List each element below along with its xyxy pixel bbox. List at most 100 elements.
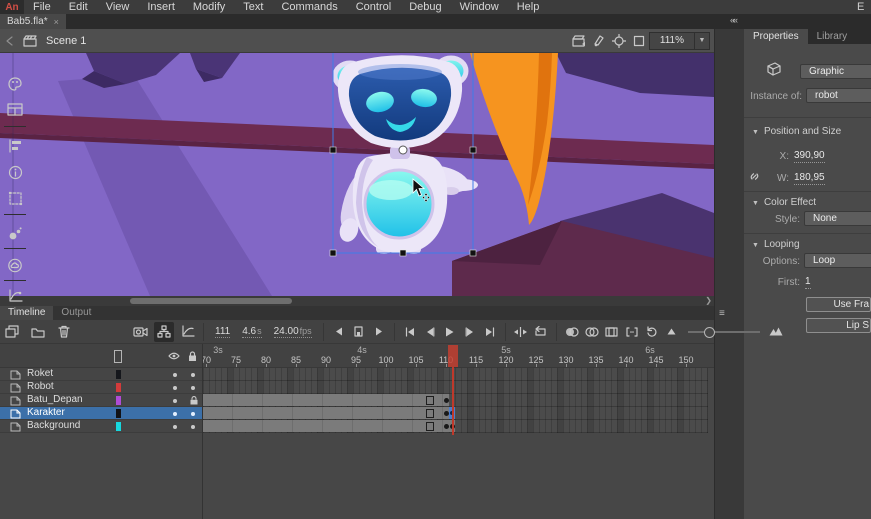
center-stage-button[interactable] bbox=[609, 31, 629, 51]
frame-span[interactable] bbox=[203, 407, 456, 419]
frame-row-background[interactable] bbox=[203, 420, 708, 433]
new-folder-button[interactable] bbox=[28, 322, 48, 342]
frame-row-batu_depan[interactable] bbox=[203, 394, 708, 407]
layer-row-robot[interactable]: Robot bbox=[0, 381, 202, 394]
menu-debug[interactable]: Debug bbox=[400, 0, 450, 14]
layer-visibility-dot[interactable] bbox=[173, 412, 177, 416]
edit-symbols-button[interactable] bbox=[589, 31, 609, 51]
step-back-button[interactable] bbox=[420, 322, 440, 342]
layer-lock-dot[interactable] bbox=[191, 425, 195, 429]
layer-visibility-dot[interactable] bbox=[173, 373, 177, 377]
go-to-first-frame-button[interactable] bbox=[400, 322, 420, 342]
keyframe-dot[interactable] bbox=[444, 411, 449, 416]
delete-layer-button[interactable] bbox=[54, 322, 74, 342]
instance-name-field[interactable]: robot bbox=[806, 88, 871, 103]
stage-h-scrollbar[interactable]: ❯ bbox=[0, 296, 714, 306]
menu-modify[interactable]: Modify bbox=[184, 0, 234, 14]
graph-editor-button[interactable] bbox=[178, 322, 198, 342]
creative-cloud-icon[interactable] bbox=[6, 256, 24, 274]
layer-name[interactable]: Background bbox=[27, 420, 80, 432]
slider-knob[interactable] bbox=[704, 327, 715, 338]
back-arrow-icon[interactable] bbox=[0, 31, 20, 51]
close-tab-icon[interactable]: × bbox=[54, 17, 59, 27]
edit-multiple-frames-button[interactable] bbox=[602, 322, 622, 342]
first-frame-value[interactable]: 1 bbox=[805, 276, 811, 289]
show-parent-view-button[interactable] bbox=[154, 322, 174, 342]
new-layer-button[interactable] bbox=[2, 322, 22, 342]
keyframe-dot[interactable] bbox=[444, 424, 449, 429]
elapsed-time-value[interactable]: 4.6s bbox=[242, 326, 261, 338]
camera-button[interactable] bbox=[130, 322, 150, 342]
section-position-size[interactable]: ▼Position and Size bbox=[752, 126, 841, 137]
tab-library[interactable]: Library bbox=[808, 29, 857, 44]
layer-color-swatch[interactable] bbox=[116, 409, 121, 418]
menu-help[interactable]: Help bbox=[508, 0, 549, 14]
playhead-marker[interactable] bbox=[448, 345, 458, 367]
keyframe-dot[interactable] bbox=[444, 398, 449, 403]
menu-edit[interactable]: Edit bbox=[60, 0, 97, 14]
shuttle-right-icon[interactable] bbox=[369, 322, 389, 342]
tab-timeline[interactable]: Timeline bbox=[0, 306, 53, 320]
menu-control[interactable]: Control bbox=[347, 0, 400, 14]
zoom-control[interactable]: 111% ▼ bbox=[649, 32, 710, 50]
layer-locked-icon[interactable] bbox=[190, 396, 198, 405]
tab-output[interactable]: Output bbox=[53, 306, 99, 320]
frame-row-robot[interactable] bbox=[203, 381, 708, 394]
scene-breadcrumb[interactable]: Scene 1 bbox=[46, 35, 86, 47]
layer-visibility-dot[interactable] bbox=[173, 425, 177, 429]
menu-commands[interactable]: Commands bbox=[272, 0, 346, 14]
eye-icon[interactable] bbox=[168, 352, 180, 360]
modify-markers-button[interactable] bbox=[622, 322, 642, 342]
transform-panel-icon[interactable] bbox=[6, 189, 24, 207]
particles-panel-icon[interactable] bbox=[6, 224, 24, 242]
layer-color-swatch[interactable] bbox=[116, 422, 121, 431]
layer-visibility-dot[interactable] bbox=[173, 386, 177, 390]
lock-icon[interactable] bbox=[188, 351, 197, 362]
layer-row-batu_depan[interactable]: Batu_Depan bbox=[0, 394, 202, 407]
layer-name[interactable]: Karakter bbox=[27, 407, 65, 419]
document-tab[interactable]: Bab5.fla* × bbox=[0, 14, 66, 29]
current-frame-value[interactable]: 111 bbox=[215, 326, 230, 338]
edit-scene-button[interactable] bbox=[569, 31, 589, 51]
shuttle-left-icon[interactable] bbox=[329, 322, 349, 342]
go-to-last-frame-button[interactable] bbox=[480, 322, 500, 342]
loop-options-dropdown[interactable]: Loop bbox=[804, 253, 871, 268]
loop-playback-button[interactable] bbox=[531, 322, 551, 342]
layer-row-karakter[interactable]: Karakter bbox=[0, 407, 202, 420]
motion-graph-icon[interactable] bbox=[6, 287, 24, 305]
clip-content-button[interactable] bbox=[629, 31, 649, 51]
section-looping[interactable]: ▼Looping bbox=[752, 239, 800, 250]
x-value[interactable]: 390,90 bbox=[794, 150, 825, 163]
timeline-zoom-slider[interactable] bbox=[688, 331, 760, 333]
end-frame-marker[interactable] bbox=[426, 396, 434, 405]
frame-row-roket[interactable] bbox=[203, 368, 708, 381]
scroll-right-icon[interactable]: ❯ bbox=[705, 296, 712, 306]
layer-color-swatch[interactable] bbox=[116, 396, 121, 405]
layer-name[interactable]: Robot bbox=[27, 381, 54, 393]
end-frame-marker[interactable] bbox=[426, 422, 434, 431]
menu-view[interactable]: View bbox=[97, 0, 139, 14]
onion-skin-outlines-button[interactable] bbox=[582, 322, 602, 342]
menu-window[interactable]: Window bbox=[451, 0, 508, 14]
workspace-switcher[interactable]: E bbox=[857, 1, 871, 13]
stage-canvas[interactable] bbox=[0, 53, 714, 296]
frame-row-karakter[interactable] bbox=[203, 407, 708, 420]
center-playhead-button[interactable] bbox=[511, 322, 531, 342]
onion-skin-button[interactable] bbox=[562, 322, 582, 342]
outline-color-column-icon[interactable] bbox=[114, 350, 122, 363]
menu-file[interactable]: File bbox=[24, 0, 60, 14]
color-style-dropdown[interactable]: None bbox=[804, 211, 871, 226]
menu-text[interactable]: Text bbox=[234, 0, 272, 14]
symbol-type-dropdown[interactable]: Graphic bbox=[800, 64, 871, 79]
layer-row-background[interactable]: Background bbox=[0, 420, 202, 433]
layer-name[interactable]: Roket bbox=[27, 368, 53, 380]
layer-name[interactable]: Batu_Depan bbox=[27, 394, 83, 406]
align-panel-icon[interactable] bbox=[6, 137, 24, 155]
layer-color-swatch[interactable] bbox=[116, 370, 121, 379]
layer-lock-dot[interactable] bbox=[191, 412, 195, 416]
use-frame-picker-button[interactable]: Use Fra bbox=[806, 297, 871, 312]
collapse-dock-icon[interactable]: «« bbox=[730, 15, 736, 25]
loop-range-icon[interactable] bbox=[349, 322, 369, 342]
step-forward-button[interactable] bbox=[460, 322, 480, 342]
layer-lock-dot[interactable] bbox=[191, 373, 195, 377]
